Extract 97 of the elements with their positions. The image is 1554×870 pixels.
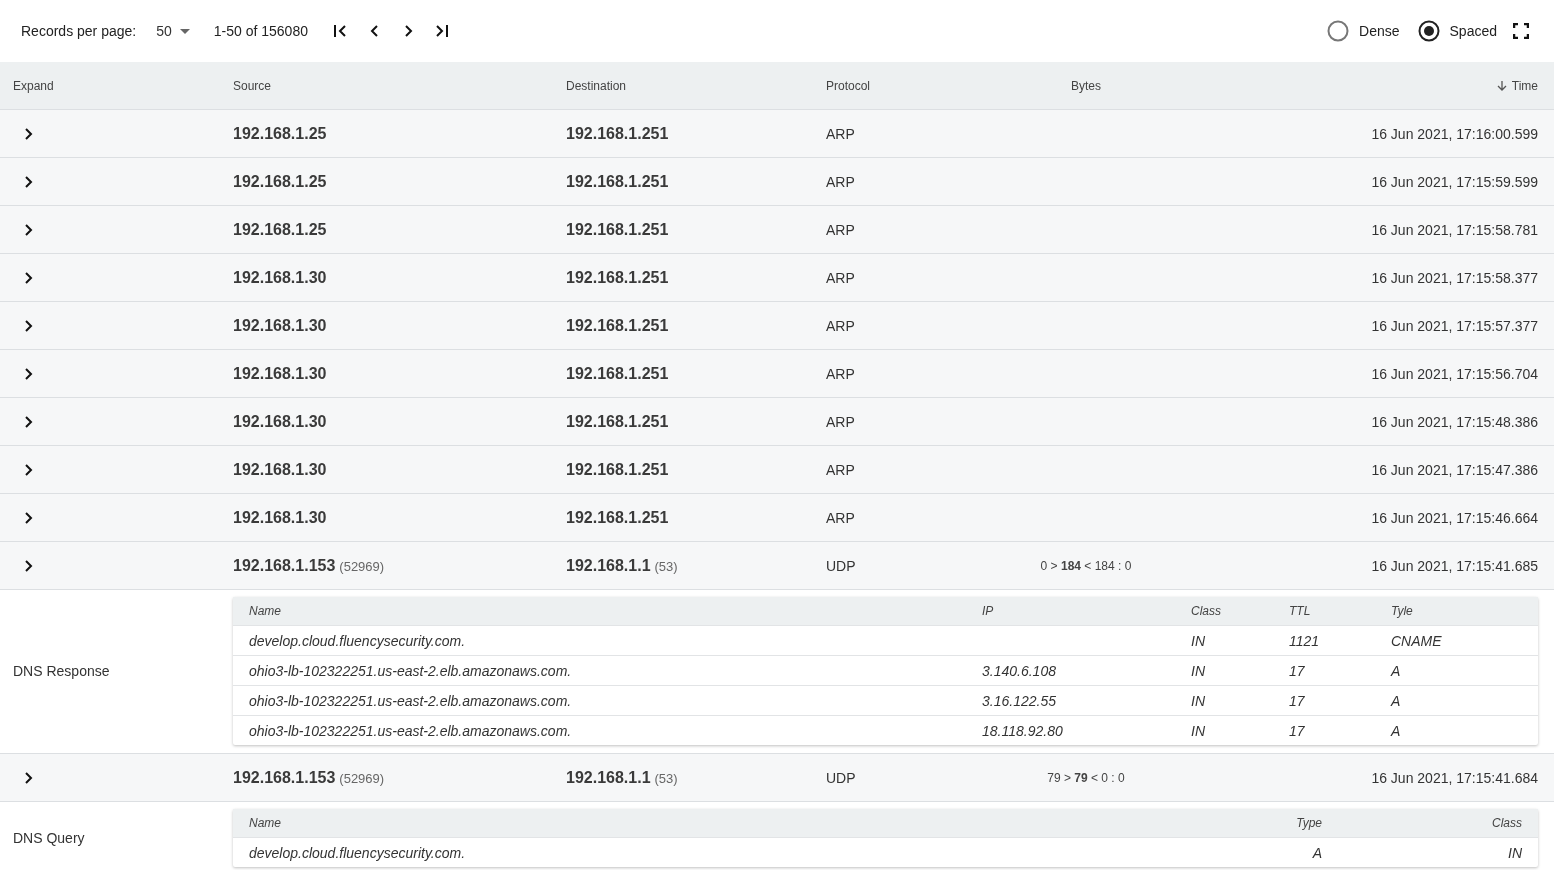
protocol-cell-text: ARP <box>826 269 856 286</box>
detail-cell-text: IN <box>1507 844 1522 861</box>
detail-column-header: TTL <box>1289 604 1312 618</box>
detail-cell-text: develop.cloud.fluencysecurity.com. <box>249 632 467 649</box>
detail-cell-text: IN <box>1191 662 1206 679</box>
bytes-cell-text: 79 > 79 < 0 : 0 <box>1046 770 1126 785</box>
protocol-cell-text: ARP <box>826 317 856 334</box>
detail-cell-text: A <box>1311 844 1322 861</box>
source-ip: 192.168.1.30 <box>233 460 327 478</box>
destination-ip: 192.168.1.251 <box>566 460 669 478</box>
destination-port: (53) <box>654 558 678 574</box>
time-cell-text: 16 Jun 2021, 17:15:57.377 <box>1370 317 1539 334</box>
detail-cell-text: 3.140.6.108 <box>982 662 1057 679</box>
source-ip: 192.168.1.30 <box>233 364 327 382</box>
protocol-cell-text: ARP <box>826 221 856 238</box>
column-header[interactable]: Destination <box>566 78 826 93</box>
density-radio[interactable]: Spaced <box>1417 20 1497 42</box>
detail-column-header: Tyle <box>1391 604 1414 618</box>
detail-cell-text: 17 <box>1289 662 1306 679</box>
column-header[interactable]: Time <box>1146 78 1554 93</box>
page-range: 1-50 of 156080 <box>213 23 308 39</box>
detail-cell-text: ohio3-lb-102322251.us-east-2.elb.amazonaws.com. <box>249 692 573 709</box>
time-cell-text: 16 Jun 2021, 17:15:41.684 <box>1370 769 1539 786</box>
protocol-cell-text: UDP <box>826 769 857 786</box>
destination-ip: 192.168.1.251 <box>566 172 669 190</box>
source-ip: 192.168.1.30 <box>233 316 327 334</box>
protocol-cell-text: ARP <box>826 509 856 526</box>
source-ip: 192.168.1.153 <box>233 556 336 574</box>
column-header[interactable]: Expand <box>0 78 233 93</box>
detail-column-header: Name <box>249 816 282 830</box>
time-cell-text: 16 Jun 2021, 17:15:41.685 <box>1370 557 1539 574</box>
destination-ip: 192.168.1.251 <box>566 220 669 238</box>
destination-ip: 192.168.1.1 <box>566 768 651 786</box>
source-ip: 192.168.1.25 <box>233 172 327 190</box>
detail-cell-text: IN <box>1191 632 1206 649</box>
page-size-dropdown[interactable]: 50 <box>152 21 194 41</box>
source-ip: 192.168.1.30 <box>233 268 327 286</box>
time-cell-text: 16 Jun 2021, 17:15:47.386 <box>1370 461 1539 478</box>
detail-column-header: Class <box>1191 604 1222 618</box>
records-per-page-label: Records per page: <box>21 23 137 39</box>
detail-column-header: Name <box>249 604 282 618</box>
detail-cell-text: 18.118.92.80 <box>982 722 1064 739</box>
destination-ip: 192.168.1.251 <box>566 412 669 430</box>
source-ip: 192.168.1.30 <box>233 412 327 430</box>
bytes-cell-text: 0 > 184 < 184 : 0 <box>1039 558 1133 573</box>
time-cell-text: 16 Jun 2021, 17:15:58.781 <box>1370 221 1539 238</box>
detail-label: DNS Response <box>12 663 111 679</box>
destination-ip: 192.168.1.251 <box>566 268 669 286</box>
protocol-cell-text: ARP <box>826 125 856 142</box>
column-header[interactable]: Protocol <box>826 78 1026 93</box>
protocol-cell-text: ARP <box>826 461 856 478</box>
detail-cell-text: A <box>1391 722 1402 739</box>
detail-cell-text: A <box>1391 692 1402 709</box>
detail-cell-text: CNAME <box>1391 632 1443 649</box>
time-cell-text: 16 Jun 2021, 17:16:00.599 <box>1370 125 1539 142</box>
destination-ip: 192.168.1.251 <box>566 124 669 142</box>
detail-cell-text: IN <box>1191 722 1206 739</box>
detail-label: DNS Query <box>12 830 86 846</box>
source-ip: 192.168.1.30 <box>233 508 327 526</box>
detail-column-header: Class <box>1491 816 1522 830</box>
destination-ip: 192.168.1.251 <box>566 316 669 334</box>
time-cell-text: 16 Jun 2021, 17:15:46.664 <box>1370 509 1539 526</box>
sort-arrow-icon <box>1495 79 1508 92</box>
detail-cell-text: ohio3-lb-102322251.us-east-2.elb.amazonaws.com. <box>249 662 573 679</box>
source-ip: 192.168.1.25 <box>233 220 327 238</box>
detail-cell-text: 17 <box>1289 692 1306 709</box>
protocol-cell-text: ARP <box>826 173 856 190</box>
protocol-cell-text: ARP <box>826 365 856 382</box>
destination-ip: 192.168.1.1 <box>566 556 651 574</box>
column-header[interactable]: Source <box>233 78 566 93</box>
destination-ip: 192.168.1.251 <box>566 364 669 382</box>
detail-cell-text: 1121 <box>1289 632 1321 649</box>
detail-column-header: Type <box>1295 816 1322 830</box>
dropdown-caret-icon <box>179 28 190 34</box>
radio-circle-icon <box>1417 20 1440 42</box>
detail-cell-text: 17 <box>1289 722 1306 739</box>
destination-ip: 192.168.1.251 <box>566 508 669 526</box>
source-ip: 192.168.1.25 <box>233 124 327 142</box>
source-ip: 192.168.1.153 <box>233 768 336 786</box>
detail-cell-text: IN <box>1191 692 1206 709</box>
detail-column-header: IP <box>982 604 995 618</box>
destination-port: (53) <box>654 770 678 786</box>
detail-cell-text: ohio3-lb-102322251.us-east-2.elb.amazonaws.com. <box>249 722 573 739</box>
detail-cell-text: A <box>1391 662 1402 679</box>
source-port: (52969) <box>339 558 385 574</box>
source-port: (52969) <box>339 770 385 786</box>
column-header[interactable]: Bytes <box>1026 78 1146 93</box>
time-cell-text: 16 Jun 2021, 17:15:48.386 <box>1370 413 1539 430</box>
time-cell-text: 16 Jun 2021, 17:15:59.599 <box>1370 173 1539 190</box>
radio-circle-icon <box>1327 20 1350 42</box>
detail-cell-text: 3.16.122.55 <box>982 692 1057 709</box>
protocol-cell-text: UDP <box>826 557 857 574</box>
detail-cell-text: develop.cloud.fluencysecurity.com. <box>249 844 467 861</box>
density-radio[interactable]: Dense <box>1327 20 1400 42</box>
protocol-cell-text: ARP <box>826 413 856 430</box>
time-cell-text: 16 Jun 2021, 17:15:56.704 <box>1370 365 1539 382</box>
time-cell-text: 16 Jun 2021, 17:15:58.377 <box>1370 269 1539 286</box>
